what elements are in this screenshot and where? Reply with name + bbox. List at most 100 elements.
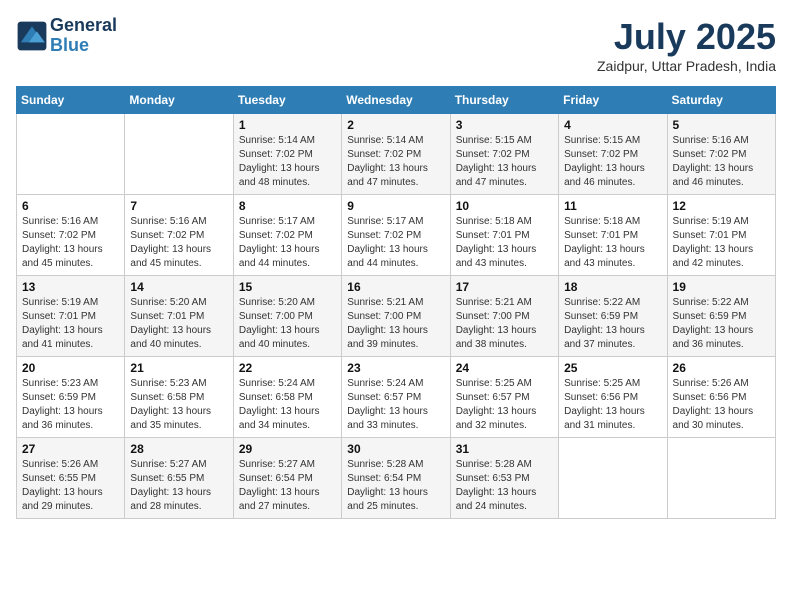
day-cell: 23 Sunrise: 5:24 AM Sunset: 6:57 PM Dayli… — [342, 357, 450, 438]
day-info: Sunrise: 5:27 AM Sunset: 6:55 PM Dayligh… — [130, 458, 227, 514]
day-number: 20 — [22, 361, 119, 375]
day-info: Sunrise: 5:23 AM Sunset: 6:58 PM Dayligh… — [130, 377, 227, 433]
day-number: 25 — [564, 361, 661, 375]
location: Zaidpur, Uttar Pradesh, India — [597, 58, 776, 74]
day-cell: 19 Sunrise: 5:22 AM Sunset: 6:59 PM Dayli… — [667, 276, 775, 357]
day-cell: 15 Sunrise: 5:20 AM Sunset: 7:00 PM Dayli… — [233, 276, 341, 357]
week-row-4: 20Sunrise: 5:23 AM Sunset: 6:59 PM Dayli… — [17, 357, 776, 438]
day-cell: 22Sunrise: 5:24 AM Sunset: 6:58 PM Dayli… — [233, 357, 341, 438]
day-cell: 18Sunrise: 5:22 AM Sunset: 6:59 PM Dayli… — [559, 276, 667, 357]
week-row-1: 1 Sunrise: 5:14 AM Sunset: 7:02 PM Daylig… — [17, 114, 776, 195]
day-cell: 6 Sunrise: 5:16 AM Sunset: 7:02 PM Daylig… — [17, 195, 125, 276]
day-cell: 27 Sunrise: 5:26 AM Sunset: 6:55 PM Dayli… — [17, 438, 125, 519]
day-number: 29 — [239, 442, 336, 456]
day-cell: 29 Sunrise: 5:27 AM Sunset: 6:54 PM Dayli… — [233, 438, 341, 519]
day-info: Sunrise: 5:26 AM Sunset: 6:55 PM Dayligh… — [22, 458, 119, 514]
day-cell: 4 Sunrise: 5:15 AM Sunset: 7:02 PM Daylig… — [559, 114, 667, 195]
day-cell: 17 Sunrise: 5:21 AM Sunset: 7:00 PM Dayli… — [450, 276, 558, 357]
month-title: July 2025 — [597, 16, 776, 58]
day-number: 31 — [456, 442, 553, 456]
day-info: Sunrise: 5:14 AM Sunset: 7:02 PM Dayligh… — [347, 134, 444, 190]
day-number: 4 — [564, 118, 661, 132]
day-cell: 26 Sunrise: 5:26 AM Sunset: 6:56 PM Dayli… — [667, 357, 775, 438]
day-info: Sunrise: 5:22 AM Sunset: 6:59 PM Dayligh… — [673, 296, 770, 352]
day-number: 16 — [347, 280, 444, 294]
day-number: 1 — [239, 118, 336, 132]
day-info: Sunrise: 5:21 AM Sunset: 7:00 PM Dayligh… — [456, 296, 553, 352]
weekday-header-row: SundayMondayTuesdayWednesdayThursdayFrid… — [17, 87, 776, 114]
day-cell: 11Sunrise: 5:18 AM Sunset: 7:01 PM Dayli… — [559, 195, 667, 276]
day-info: Sunrise: 5:25 AM Sunset: 6:57 PM Dayligh… — [456, 377, 553, 433]
day-cell: 1 Sunrise: 5:14 AM Sunset: 7:02 PM Daylig… — [233, 114, 341, 195]
day-cell: 14 Sunrise: 5:20 AM Sunset: 7:01 PM Dayli… — [125, 276, 233, 357]
day-cell — [17, 114, 125, 195]
day-number: 2 — [347, 118, 444, 132]
day-number: 17 — [456, 280, 553, 294]
day-number: 13 — [22, 280, 119, 294]
day-cell: 5 Sunrise: 5:16 AM Sunset: 7:02 PM Daylig… — [667, 114, 775, 195]
day-number: 21 — [130, 361, 227, 375]
day-info: Sunrise: 5:17 AM Sunset: 7:02 PM Dayligh… — [239, 215, 336, 271]
day-cell: 2 Sunrise: 5:14 AM Sunset: 7:02 PM Daylig… — [342, 114, 450, 195]
day-info: Sunrise: 5:14 AM Sunset: 7:02 PM Dayligh… — [239, 134, 336, 190]
day-cell: 13 Sunrise: 5:19 AM Sunset: 7:01 PM Dayli… — [17, 276, 125, 357]
week-row-3: 13 Sunrise: 5:19 AM Sunset: 7:01 PM Dayli… — [17, 276, 776, 357]
logo: General Blue — [16, 16, 117, 56]
day-cell: 31 Sunrise: 5:28 AM Sunset: 6:53 PM Dayli… — [450, 438, 558, 519]
day-cell: 21 Sunrise: 5:23 AM Sunset: 6:58 PM Dayli… — [125, 357, 233, 438]
day-info: Sunrise: 5:20 AM Sunset: 7:01 PM Dayligh… — [130, 296, 227, 352]
day-cell: 3Sunrise: 5:15 AM Sunset: 7:02 PM Daylig… — [450, 114, 558, 195]
day-cell: 16 Sunrise: 5:21 AM Sunset: 7:00 PM Dayli… — [342, 276, 450, 357]
calendar-body: 1 Sunrise: 5:14 AM Sunset: 7:02 PM Daylig… — [17, 114, 776, 519]
day-cell: 9Sunrise: 5:17 AM Sunset: 7:02 PM Daylig… — [342, 195, 450, 276]
day-info: Sunrise: 5:26 AM Sunset: 6:56 PM Dayligh… — [673, 377, 770, 433]
day-number: 8 — [239, 199, 336, 213]
logo-line2: Blue — [50, 36, 117, 56]
day-cell: 8 Sunrise: 5:17 AM Sunset: 7:02 PM Daylig… — [233, 195, 341, 276]
day-number: 12 — [673, 199, 770, 213]
page-header: General Blue July 2025 Zaidpur, Uttar Pr… — [16, 16, 776, 74]
day-number: 18 — [564, 280, 661, 294]
day-number: 3 — [456, 118, 553, 132]
day-number: 10 — [456, 199, 553, 213]
day-cell: 30Sunrise: 5:28 AM Sunset: 6:54 PM Dayli… — [342, 438, 450, 519]
day-info: Sunrise: 5:27 AM Sunset: 6:54 PM Dayligh… — [239, 458, 336, 514]
weekday-monday: Monday — [125, 87, 233, 114]
day-info: Sunrise: 5:16 AM Sunset: 7:02 PM Dayligh… — [22, 215, 119, 271]
day-cell — [667, 438, 775, 519]
day-number: 19 — [673, 280, 770, 294]
day-info: Sunrise: 5:25 AM Sunset: 6:56 PM Dayligh… — [564, 377, 661, 433]
day-info: Sunrise: 5:16 AM Sunset: 7:02 PM Dayligh… — [673, 134, 770, 190]
day-info: Sunrise: 5:19 AM Sunset: 7:01 PM Dayligh… — [673, 215, 770, 271]
day-info: Sunrise: 5:16 AM Sunset: 7:02 PM Dayligh… — [130, 215, 227, 271]
day-info: Sunrise: 5:15 AM Sunset: 7:02 PM Dayligh… — [564, 134, 661, 190]
week-row-5: 27 Sunrise: 5:26 AM Sunset: 6:55 PM Dayli… — [17, 438, 776, 519]
weekday-sunday: Sunday — [17, 87, 125, 114]
day-info: Sunrise: 5:19 AM Sunset: 7:01 PM Dayligh… — [22, 296, 119, 352]
day-info: Sunrise: 5:17 AM Sunset: 7:02 PM Dayligh… — [347, 215, 444, 271]
day-info: Sunrise: 5:24 AM Sunset: 6:58 PM Dayligh… — [239, 377, 336, 433]
day-number: 15 — [239, 280, 336, 294]
logo-icon — [16, 20, 48, 52]
weekday-wednesday: Wednesday — [342, 87, 450, 114]
day-number: 23 — [347, 361, 444, 375]
day-number: 26 — [673, 361, 770, 375]
day-number: 24 — [456, 361, 553, 375]
day-cell: 10Sunrise: 5:18 AM Sunset: 7:01 PM Dayli… — [450, 195, 558, 276]
day-info: Sunrise: 5:28 AM Sunset: 6:53 PM Dayligh… — [456, 458, 553, 514]
day-info: Sunrise: 5:24 AM Sunset: 6:57 PM Dayligh… — [347, 377, 444, 433]
day-number: 30 — [347, 442, 444, 456]
weekday-saturday: Saturday — [667, 87, 775, 114]
title-block: July 2025 Zaidpur, Uttar Pradesh, India — [597, 16, 776, 74]
day-number: 5 — [673, 118, 770, 132]
day-cell — [125, 114, 233, 195]
day-info: Sunrise: 5:21 AM Sunset: 7:00 PM Dayligh… — [347, 296, 444, 352]
day-number: 27 — [22, 442, 119, 456]
day-info: Sunrise: 5:20 AM Sunset: 7:00 PM Dayligh… — [239, 296, 336, 352]
weekday-thursday: Thursday — [450, 87, 558, 114]
day-cell: 28Sunrise: 5:27 AM Sunset: 6:55 PM Dayli… — [125, 438, 233, 519]
calendar-table: SundayMondayTuesdayWednesdayThursdayFrid… — [16, 86, 776, 519]
day-number: 7 — [130, 199, 227, 213]
day-number: 6 — [22, 199, 119, 213]
day-number: 14 — [130, 280, 227, 294]
